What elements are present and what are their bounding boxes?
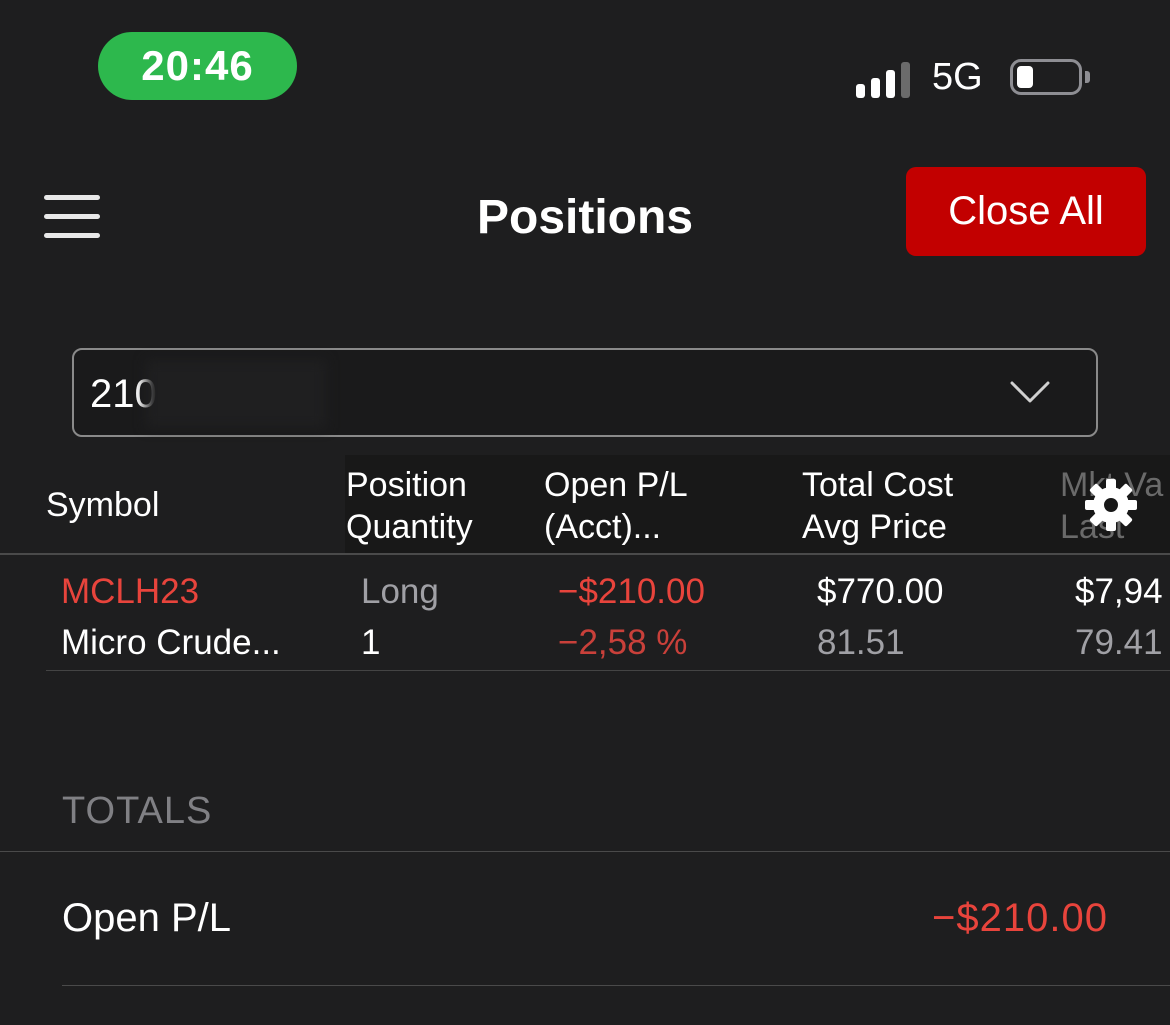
signal-bars-icon — [856, 58, 916, 98]
account-redaction — [146, 360, 326, 428]
row-symbol: MCLH23 — [61, 572, 200, 611]
status-time: 20:46 — [98, 32, 297, 100]
totals-open-pl-value: −$210.00 — [932, 896, 1108, 940]
hamburger-menu-icon[interactable] — [44, 195, 100, 239]
column-header-total-cost[interactable]: Total Cost Avg Price — [802, 464, 953, 548]
chevron-down-icon — [1010, 381, 1050, 403]
totals-section-label: TOTALS — [62, 790, 213, 832]
row-quantity: 1 — [361, 623, 381, 662]
account-dropdown[interactable]: 210 — [72, 348, 1098, 437]
totals-open-pl-label: Open P/L — [62, 896, 232, 940]
row-divider — [46, 670, 1170, 671]
row-position: Long — [361, 572, 439, 611]
gear-icon[interactable] — [1084, 478, 1138, 532]
row-mkt-value: $7,94 — [1075, 572, 1163, 611]
battery-icon — [1010, 59, 1082, 95]
totals-bottom-divider — [62, 985, 1170, 986]
row-last: 79.41 — [1075, 623, 1163, 662]
row-total-cost: $770.00 — [817, 572, 944, 611]
column-header-position[interactable]: Position Quantity — [346, 464, 473, 548]
column-header-symbol[interactable]: Symbol — [46, 484, 159, 526]
row-open-pl: −$210.00 — [558, 572, 705, 611]
network-type: 5G — [932, 56, 983, 98]
column-header-open-pl[interactable]: Open P/L (Acct)... — [544, 464, 688, 548]
row-description: Micro Crude... — [61, 623, 281, 662]
positions-screen: 20:46 5G Positions Close All 210 Symbol … — [0, 0, 1170, 1025]
row-avg-price: 81.51 — [817, 623, 905, 662]
battery-tip — [1085, 71, 1090, 83]
row-open-pl-percent: −2,58 % — [558, 623, 688, 662]
close-all-button[interactable]: Close All — [906, 167, 1146, 256]
totals-divider — [0, 851, 1170, 852]
table-header-divider — [0, 553, 1170, 555]
